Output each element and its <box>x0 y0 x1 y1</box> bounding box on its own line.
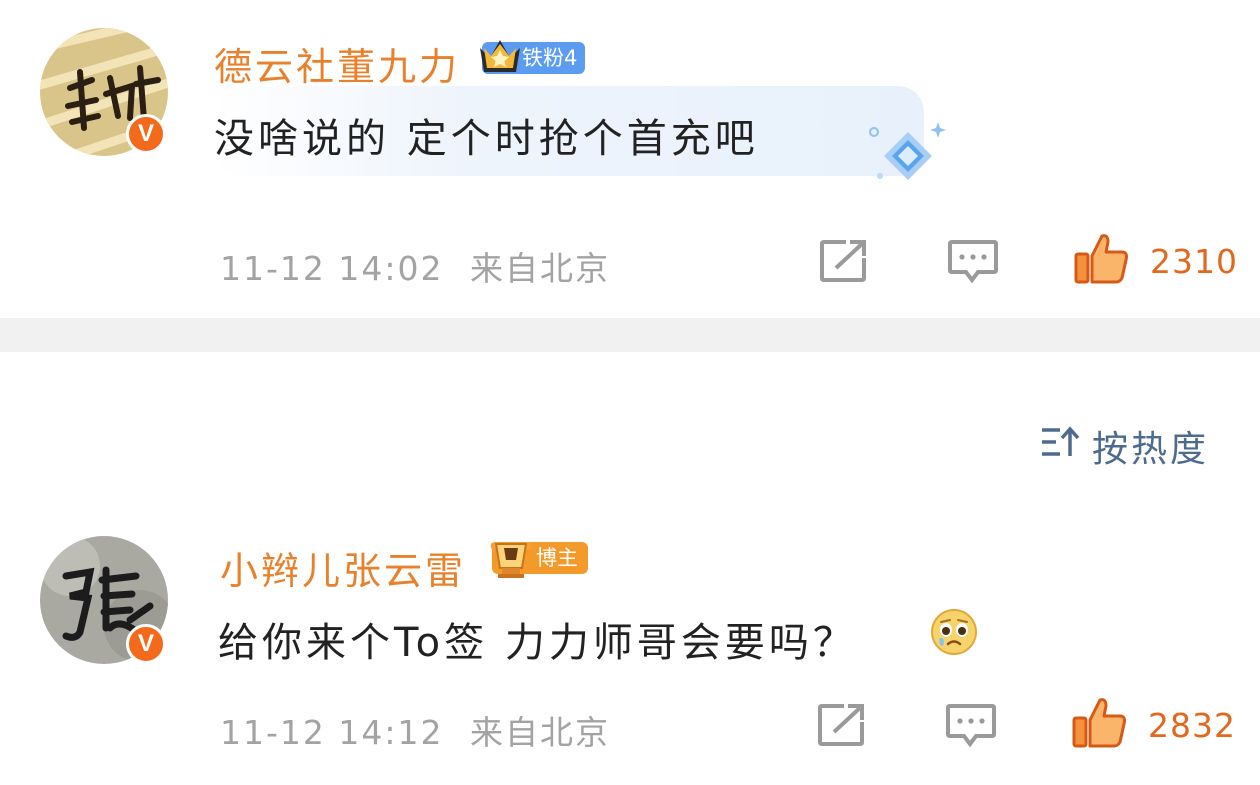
comment-text: 给你来个To签 力力师哥会要吗？ <box>218 620 857 666</box>
diamond-decoration-icon <box>869 122 946 180</box>
comment-time: 11-12 14:02 <box>220 249 444 288</box>
crown-icon <box>480 40 520 72</box>
sort-icon <box>1042 426 1080 456</box>
fan-badge[interactable]: 铁粉4 <box>480 40 586 74</box>
blogger-badge-label: 博主 <box>536 546 578 570</box>
sort-label: 按热度 <box>1092 429 1210 470</box>
username[interactable]: 小辫儿张云雷 <box>220 540 466 595</box>
sort-by-hot-button[interactable]: 按热度 <box>1040 420 1220 470</box>
comment-icon[interactable] <box>946 238 1000 284</box>
comment-icon[interactable] <box>944 702 998 748</box>
trophy-crown-icon <box>490 542 532 578</box>
fan-badge-label: 铁粉4 <box>522 46 578 70</box>
repost-icon[interactable] <box>816 702 868 748</box>
verified-badge-icon: V <box>126 624 166 664</box>
like-count: 2310 <box>1150 242 1238 281</box>
like-count: 2832 <box>1148 706 1236 745</box>
comment-text: 没啥说的 定个时抢个首充吧 <box>214 116 759 162</box>
comment-meta: 11-12 14:02 来自北京 <box>220 242 610 290</box>
verified-badge-icon: V <box>126 114 166 154</box>
section-divider <box>0 318 1260 352</box>
like-icon[interactable] <box>1072 230 1130 286</box>
emoji-pleading-icon <box>931 609 977 655</box>
comment-meta: 11-12 14:12 来自北京 <box>220 706 610 754</box>
comment-location: 来自北京 <box>469 249 610 288</box>
repost-icon[interactable] <box>818 238 870 284</box>
blogger-badge[interactable]: 博主 <box>490 542 588 578</box>
like-icon[interactable] <box>1070 694 1128 750</box>
comment-time: 11-12 14:12 <box>220 713 444 752</box>
username[interactable]: 德云社董九力 <box>214 36 460 91</box>
comment-location: 来自北京 <box>469 713 610 752</box>
